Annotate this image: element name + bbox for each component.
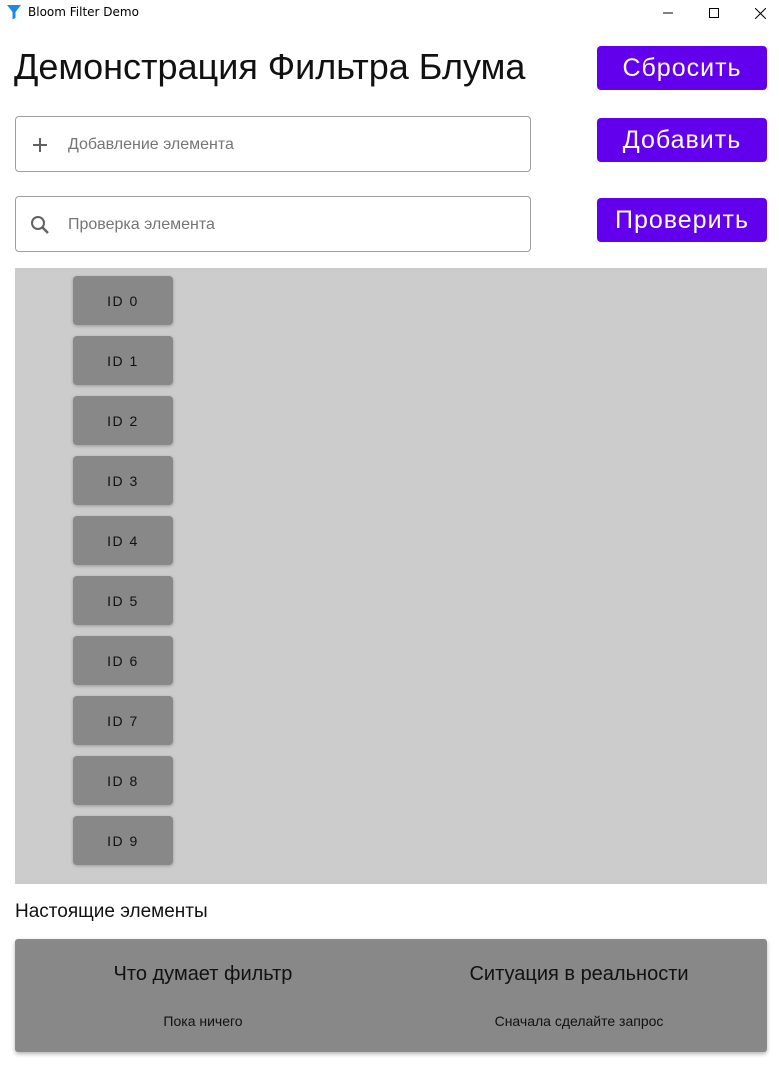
bit-cell: ID 7: [73, 696, 173, 745]
bit-cell: ID 2: [73, 396, 173, 445]
add-button[interactable]: Добавить: [597, 118, 767, 162]
funnel-icon: [6, 4, 22, 20]
add-element-field[interactable]: [15, 116, 531, 172]
maximize-button[interactable]: [691, 0, 737, 26]
minimize-icon: [663, 12, 673, 14]
bit-cell: ID 6: [73, 636, 173, 685]
app-window: Bloom Filter Demo Демонстрация Фильтра Б…: [0, 0, 779, 1068]
bit-cell: ID 5: [73, 576, 173, 625]
close-icon: [754, 7, 766, 19]
filter-result-value: Пока ничего: [163, 1013, 243, 1029]
check-element-field[interactable]: [15, 196, 531, 252]
title-bar: Bloom Filter Demo: [0, 0, 779, 26]
bit-cell: ID 1: [73, 336, 173, 385]
reality-result-value: Сначала сделайте запрос: [494, 1013, 664, 1029]
search-icon: [28, 213, 52, 237]
bit-cell: ID 3: [73, 456, 173, 505]
window-title: Bloom Filter Demo: [28, 5, 139, 19]
close-button[interactable]: [737, 0, 779, 26]
bit-cell: ID 9: [73, 816, 173, 865]
bit-cell: ID 4: [73, 516, 173, 565]
plus-icon: [28, 133, 52, 157]
bits-panel: ID 0 ID 1 ID 2 ID 3 ID 4 ID 5 ID 6 ID 7 …: [15, 268, 767, 884]
minimize-button[interactable]: [645, 0, 691, 26]
filter-result-heading: Что думает фильтр: [113, 963, 293, 985]
check-element-input[interactable]: [66, 205, 520, 245]
bit-cell: ID 0: [73, 276, 173, 325]
real-elements-label: Настоящие элементы: [15, 901, 208, 922]
reality-result-heading: Ситуация в реальности: [469, 963, 689, 985]
results-card: Что думает фильтр Пока ничего Ситуация в…: [15, 939, 767, 1052]
add-element-input[interactable]: [66, 125, 520, 165]
page-title: Демонстрация Фильтра Блума: [14, 46, 526, 87]
bit-cell: ID 8: [73, 756, 173, 805]
check-button[interactable]: Проверить: [597, 198, 767, 242]
reset-button[interactable]: Сбросить: [597, 46, 767, 90]
maximize-icon: [709, 8, 719, 18]
